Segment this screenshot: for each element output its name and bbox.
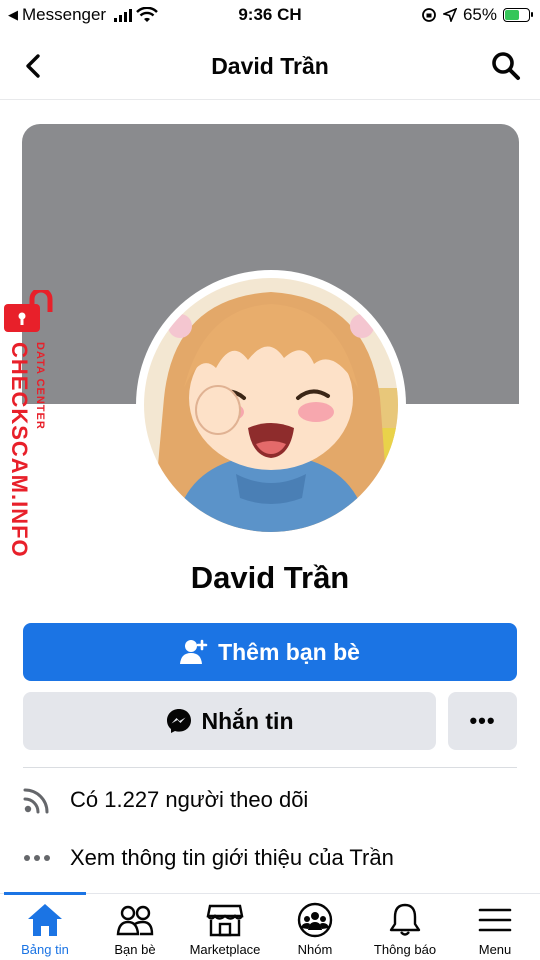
message-button[interactable]: Nhắn tin	[23, 692, 436, 750]
tab-groups[interactable]: Nhóm	[270, 902, 360, 957]
tab-label: Thông báo	[373, 942, 437, 957]
menu-icon	[478, 908, 512, 932]
groups-icon	[297, 902, 333, 938]
watermark-brand: CHECKSCAM.INFO	[7, 342, 32, 558]
more-options-button[interactable]: •••	[448, 692, 517, 750]
anime-girl-avatar-image	[144, 278, 398, 532]
ellipsis-icon	[22, 843, 52, 873]
battery-icon	[503, 8, 533, 22]
friends-icon	[116, 905, 154, 936]
checkscam-watermark: CHECKSCAM.INFO DATA CENTER	[0, 290, 64, 558]
add-friend-label: Thêm bạn bè	[218, 638, 360, 665]
orientation-lock-icon	[422, 8, 436, 22]
tab-menu[interactable]: Menu	[450, 902, 540, 957]
divider	[23, 767, 517, 768]
profile-picture[interactable]	[144, 278, 398, 532]
more-options-label: •••	[469, 708, 496, 733]
watermark-subtitle: DATA CENTER	[34, 342, 46, 430]
lock-icon	[4, 290, 53, 332]
rss-followers-icon	[22, 785, 52, 815]
page-title: David Trần	[211, 53, 329, 79]
tab-notifications[interactable]: Thông báo	[360, 902, 450, 957]
tab-label: Marketplace	[189, 942, 261, 957]
home-icon	[28, 904, 62, 936]
tab-label: Nhóm	[297, 942, 333, 957]
add-friend-icon	[180, 639, 208, 664]
battery-level-fill	[505, 10, 519, 20]
status-bar: ◀ Messenger 9:36 CH 65%	[0, 0, 540, 32]
store-icon	[206, 904, 244, 937]
profile-picture-frame	[136, 270, 406, 540]
bell-icon	[389, 903, 421, 936]
tab-label: Menu	[478, 942, 512, 957]
message-label: Nhắn tin	[201, 707, 294, 734]
tab-marketplace[interactable]: Marketplace	[180, 902, 270, 957]
tab-home[interactable]: Bảng tin	[0, 902, 90, 957]
tab-label: Bảng tin	[21, 942, 69, 957]
tab-label: Bạn bè	[114, 942, 156, 957]
followers-row[interactable]: Có 1.227 người theo dõi	[22, 780, 522, 820]
profile-header: David Trần	[0, 36, 540, 100]
battery-percent: 65%	[462, 5, 497, 24]
add-friend-button[interactable]: Thêm bạn bè	[23, 623, 517, 681]
search-icon[interactable]	[490, 50, 522, 82]
tab-friends[interactable]: Bạn bè	[90, 902, 180, 957]
about-row[interactable]: Xem thông tin giới thiệu của Trần	[22, 838, 522, 878]
profile-name: David Trần	[190, 560, 350, 595]
location-icon	[442, 8, 457, 22]
followers-text: Có 1.227 người theo dõi	[70, 787, 309, 812]
status-indicators: 65%	[421, 5, 533, 25]
bottom-tab-bar: Bảng tin Bạn bè Marketplace Nhóm Thông b…	[0, 892, 540, 960]
active-tab-indicator	[4, 892, 86, 895]
messenger-icon	[166, 709, 191, 733]
about-text: Xem thông tin giới thiệu của Trần	[70, 845, 394, 870]
